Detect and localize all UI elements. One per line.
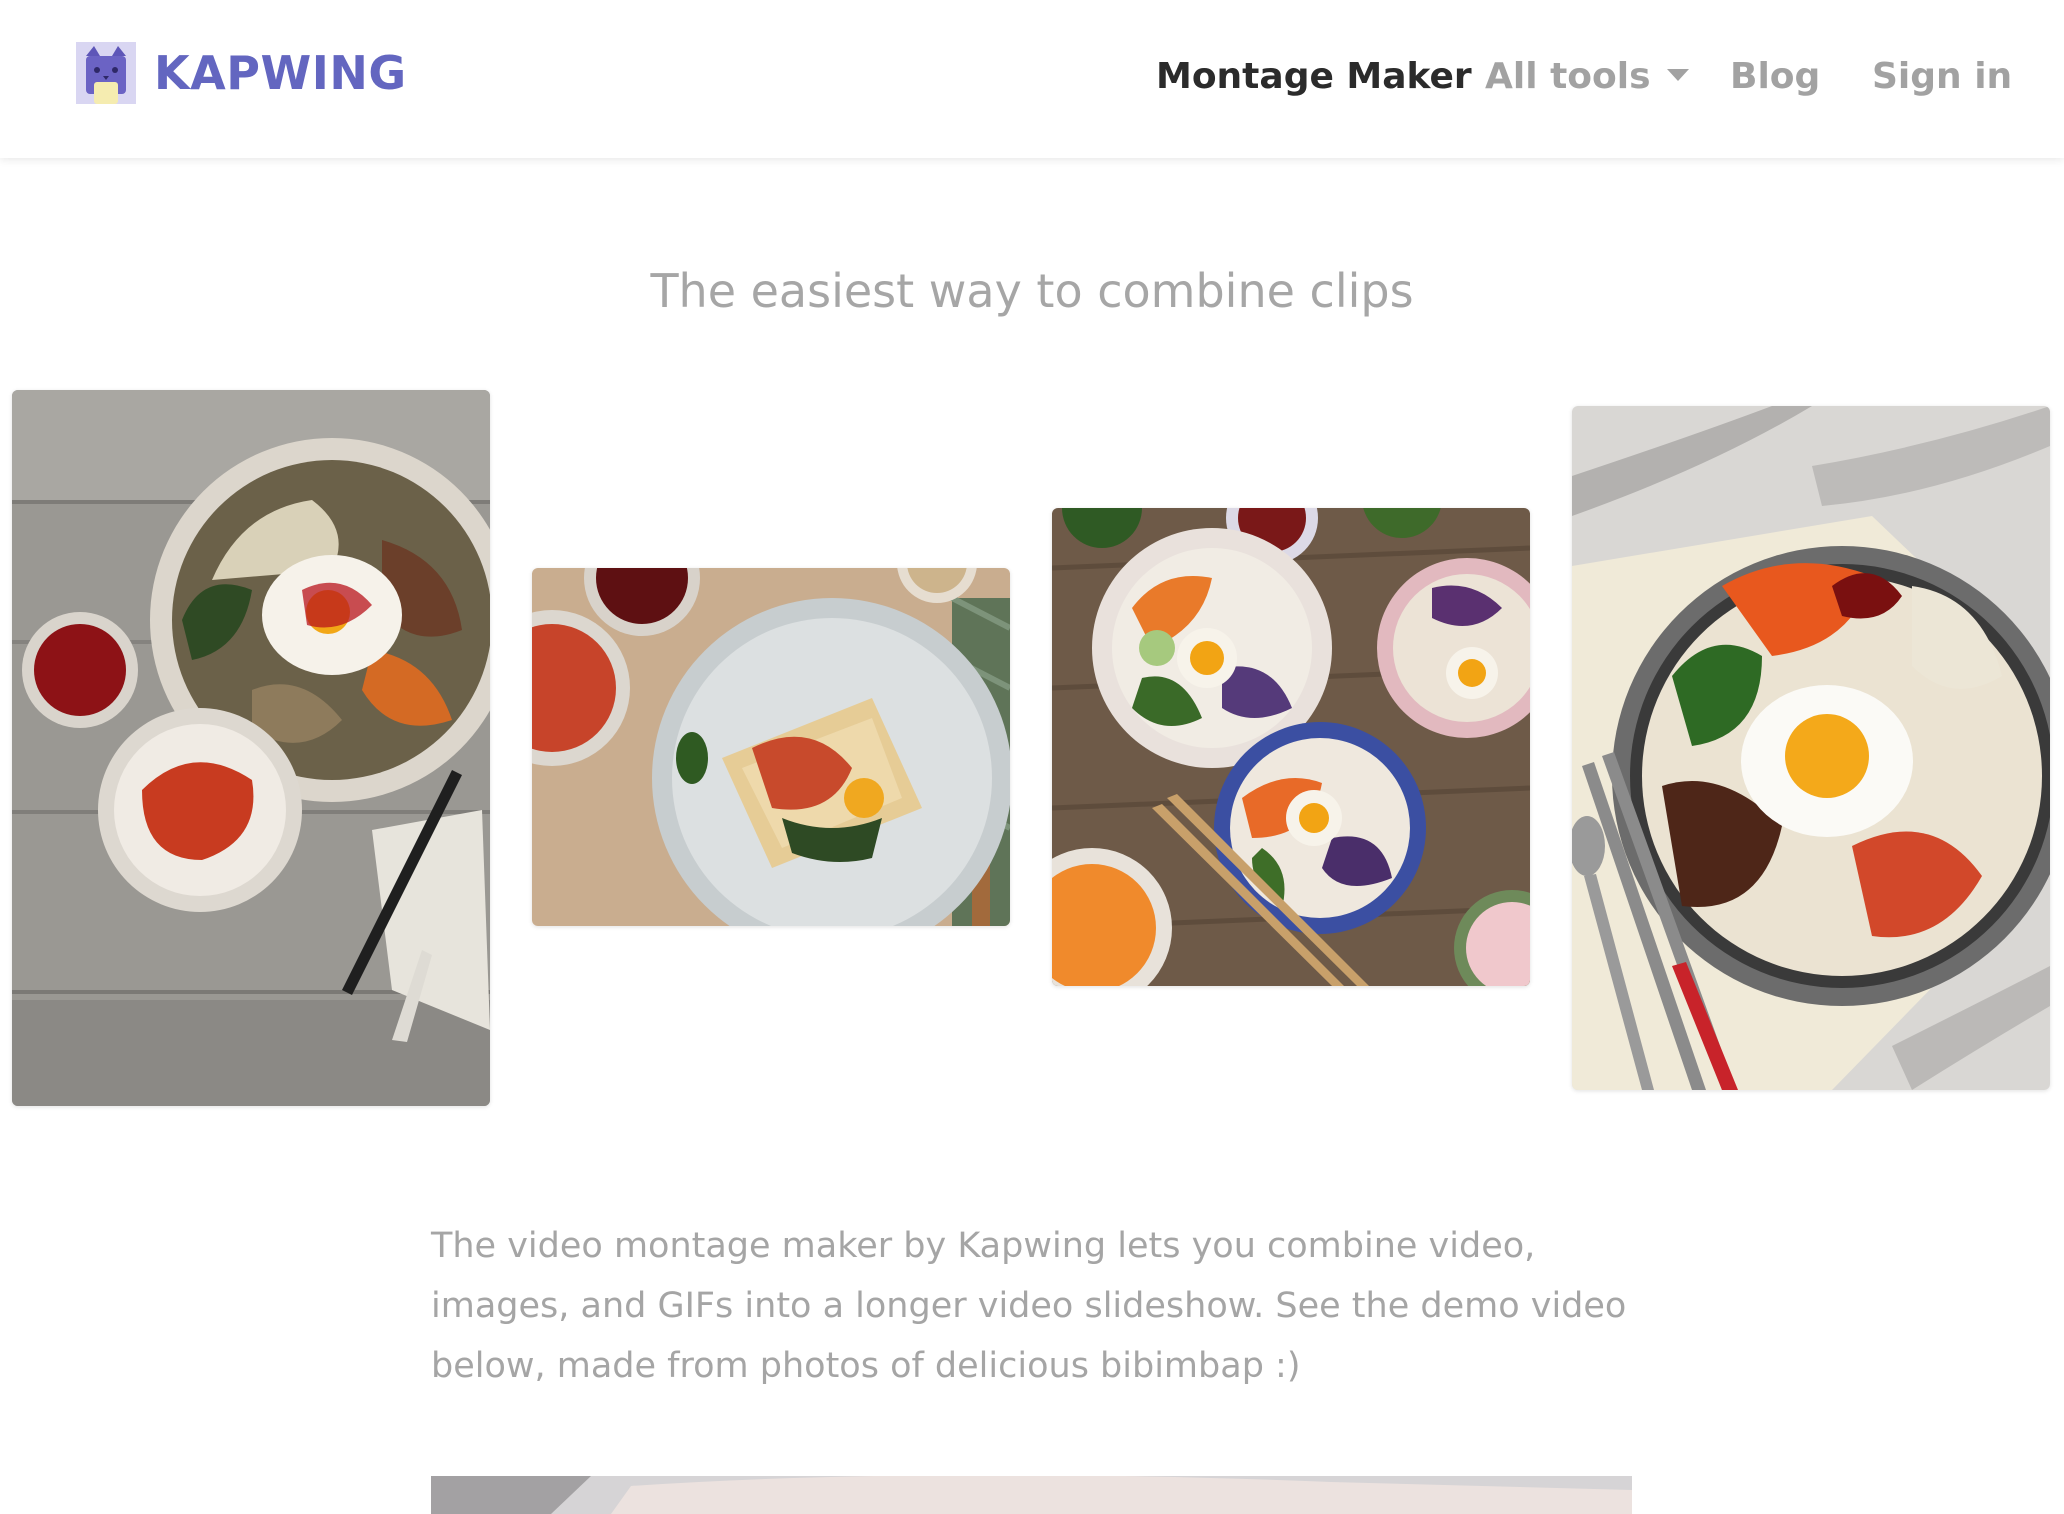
gallery-photo-kimchi-waffle (532, 568, 1010, 926)
nav-sign-in[interactable]: Sign in (1872, 56, 2012, 97)
nav-montage-maker[interactable]: Montage Maker (1156, 56, 1472, 97)
brand-name: KAPWING (154, 46, 407, 100)
gallery-photo-dolsot-bibimbap (1572, 406, 2050, 1090)
kapwing-cat-icon (76, 42, 136, 104)
demo-video-preview[interactable] (431, 1476, 1632, 1514)
chevron-down-icon (1666, 69, 1689, 81)
nav-all-tools-label: All tools (1485, 56, 1651, 97)
hero-title: The easiest way to combine clips (650, 264, 1414, 318)
montage-description: The video montage maker by Kapwing lets … (431, 1226, 1627, 1386)
gallery-photo-bibimbap-bowls (1052, 508, 1530, 986)
top-navigation-bar: KAPWING Montage Maker All tools Blog Sig… (0, 0, 2064, 158)
kapwing-logo[interactable]: KAPWING (76, 42, 407, 104)
nav-blog[interactable]: Blog (1730, 56, 1820, 97)
gallery-photo-bibimbap-wood (12, 390, 490, 1106)
nav-all-tools[interactable]: All tools (1485, 56, 1689, 97)
